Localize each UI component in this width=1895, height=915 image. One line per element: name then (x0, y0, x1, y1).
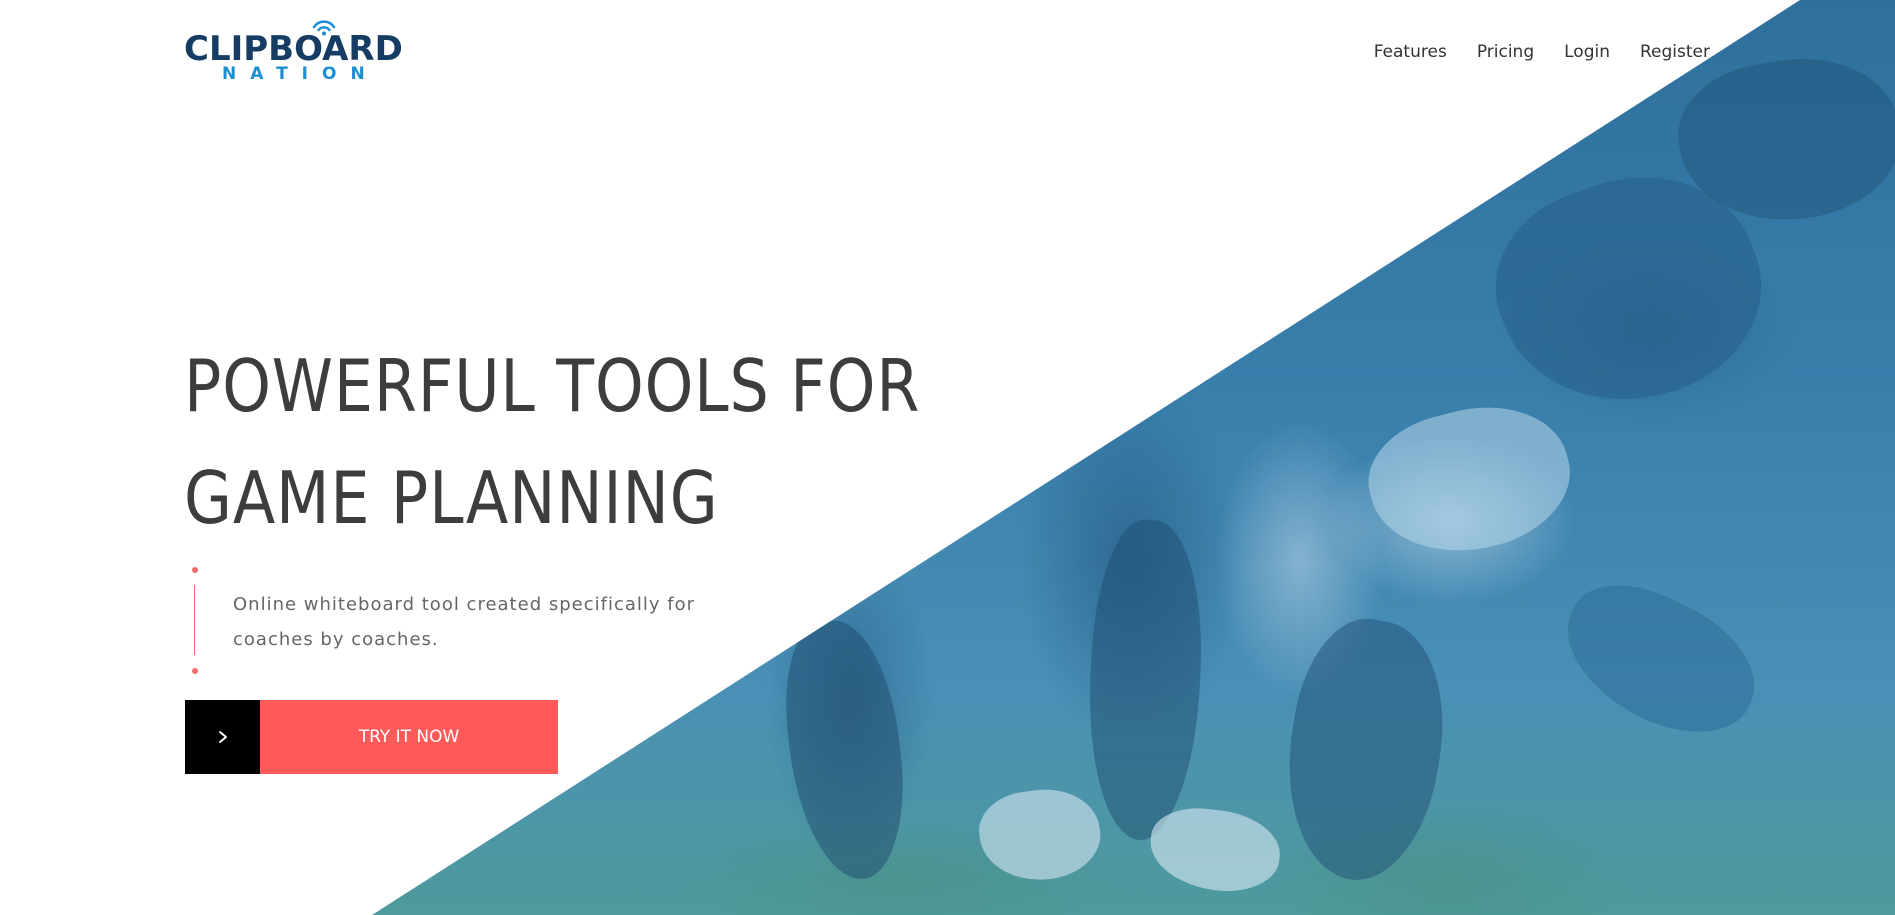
accent-dot (192, 668, 198, 674)
photo-shape (1078, 516, 1212, 844)
photo-shape (974, 782, 1106, 888)
main-nav: Features Pricing Login Register (1374, 40, 1710, 64)
try-it-now-button[interactable]: TRY IT NOW (185, 700, 558, 774)
landing-page: CLIPBOARD NATION Features Pricing Login … (0, 0, 1895, 915)
nav-features-link[interactable]: Features (1374, 40, 1447, 64)
nav-login-link[interactable]: Login (1564, 40, 1610, 64)
photo-shape (1544, 563, 1776, 757)
accent-line (194, 585, 195, 655)
hero-description: Online whiteboard tool created specifica… (233, 594, 696, 650)
logo-wordmark-bottom: NATION (222, 64, 379, 84)
try-it-now-label[interactable]: TRY IT NOW (260, 700, 558, 774)
photo-shape (1268, 608, 1462, 892)
clipboard-nation-logo[interactable]: CLIPBOARD NATION (184, 18, 438, 84)
photo-shape (776, 614, 914, 886)
photo-shape (1146, 803, 1284, 897)
nav-register-link[interactable]: Register (1640, 40, 1710, 64)
nav-pricing-link[interactable]: Pricing (1477, 40, 1534, 64)
hero-title: POWERFUL TOOLS FOR GAME PLANNING (184, 344, 921, 540)
photo-shape (1355, 386, 1585, 574)
accent-dot (192, 567, 198, 573)
logo-wordmark-top: CLIPBOARD (184, 29, 403, 69)
chevron-right-icon[interactable] (185, 700, 260, 774)
